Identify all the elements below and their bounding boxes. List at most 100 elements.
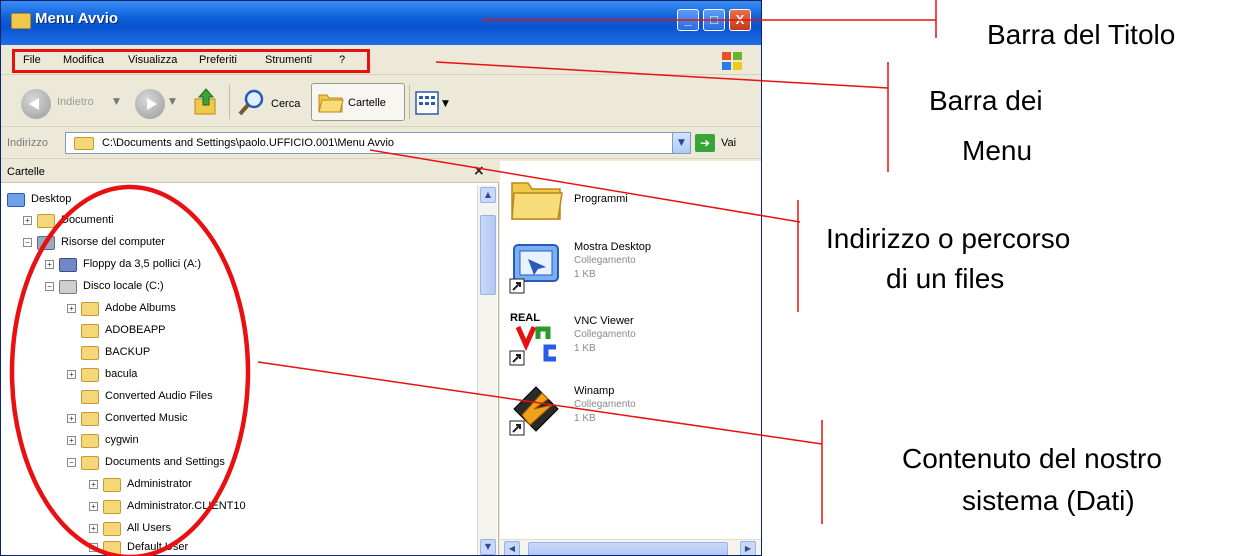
computer-icon bbox=[37, 236, 55, 250]
tree-item-label: BACKUP bbox=[105, 346, 151, 358]
folder-icon bbox=[81, 456, 99, 470]
tree-item-label: ADOBEAPP bbox=[105, 324, 166, 336]
tree-item-label: Converted Music bbox=[105, 412, 188, 424]
folder-icon bbox=[81, 390, 99, 404]
address-field[interactable]: C:\Documents and Settings\paolo.UFFICIO.… bbox=[65, 132, 691, 154]
folder-icon bbox=[81, 412, 99, 426]
expand-icon[interactable]: + bbox=[67, 370, 76, 379]
go-button[interactable]: Vai bbox=[721, 137, 736, 149]
tree-item-label: Disco locale (C:) bbox=[83, 280, 164, 292]
folder-icon bbox=[11, 13, 31, 29]
expand-icon[interactable]: + bbox=[89, 543, 98, 552]
annotation-menu-bar-line2: Menu bbox=[962, 135, 1033, 166]
maximize-button[interactable]: □ bbox=[703, 9, 725, 31]
file-size: 1 KB bbox=[574, 269, 596, 280]
views-dropdown-icon[interactable]: ▼ bbox=[442, 99, 449, 109]
go-arrow-icon[interactable]: ➔ bbox=[695, 134, 715, 152]
file-type: Collegamento bbox=[574, 255, 636, 266]
files-pane: Programmi Mostra Desktop Collegamento 1 … bbox=[500, 161, 761, 555]
minimize-button[interactable]: _ bbox=[677, 9, 699, 31]
tree-item-label: Default User bbox=[127, 541, 189, 553]
folders-button[interactable]: Cartelle bbox=[311, 83, 405, 121]
folders-scrollbar[interactable]: ▲ ▼ bbox=[477, 185, 497, 555]
menu-bar-highlight bbox=[12, 49, 370, 73]
close-button[interactable]: X bbox=[729, 9, 751, 31]
folder-icon bbox=[74, 137, 94, 150]
scrollbar-thumb[interactable] bbox=[528, 542, 728, 555]
folder-icon bbox=[103, 541, 121, 555]
folder-icon bbox=[81, 434, 99, 448]
tree-item-label: Administrator.CLIENT10 bbox=[127, 500, 246, 512]
folders-pane-header: Cartelle × bbox=[1, 161, 499, 183]
file-name: VNC Viewer bbox=[574, 315, 634, 327]
scroll-left-icon[interactable]: ◀ bbox=[504, 541, 520, 555]
disk-icon bbox=[59, 280, 77, 294]
close-icon[interactable]: × bbox=[473, 163, 485, 179]
expand-icon[interactable]: + bbox=[89, 524, 98, 533]
floppy-icon bbox=[59, 258, 77, 272]
up-folder-icon[interactable] bbox=[193, 87, 219, 117]
annotation-address-line2: di un files bbox=[886, 263, 1005, 294]
folders-pane: Cartelle × Desktop + Documenti − Risorse… bbox=[1, 161, 499, 555]
show-desktop-icon bbox=[509, 244, 559, 294]
file-item-vnc-viewer[interactable]: REAL VNC Viewer Collegamento 1 KB bbox=[508, 311, 758, 381]
search-button[interactable]: Cerca bbox=[271, 98, 300, 110]
folder-icon bbox=[103, 478, 121, 492]
file-type: Collegamento bbox=[574, 399, 636, 410]
annotation-content-line1: Contenuto del nostro bbox=[902, 443, 1162, 474]
annotation-address-line1: Indirizzo o percorso bbox=[826, 223, 1071, 254]
annotation-menu-bar-line1: Barra dei bbox=[929, 85, 1043, 116]
folders-pane-title: Cartelle bbox=[7, 166, 45, 178]
back-button[interactable]: Indietro bbox=[57, 96, 94, 108]
expand-icon[interactable]: + bbox=[45, 260, 54, 269]
expand-icon[interactable]: + bbox=[23, 216, 32, 225]
tree-item-label: Administrator bbox=[127, 478, 192, 490]
vnc-icon: REAL bbox=[509, 312, 556, 366]
expand-icon[interactable]: + bbox=[67, 436, 76, 445]
expand-icon[interactable]: + bbox=[89, 502, 98, 511]
back-icon[interactable] bbox=[21, 89, 51, 119]
scroll-up-icon[interactable]: ▲ bbox=[480, 187, 496, 203]
file-name: Mostra Desktop bbox=[574, 241, 652, 253]
forward-dropdown-icon[interactable]: ▼ bbox=[169, 97, 176, 107]
scroll-right-icon[interactable]: ▶ bbox=[740, 541, 756, 555]
address-bar: Indirizzo C:\Documents and Settings\paol… bbox=[1, 129, 761, 159]
winamp-icon bbox=[509, 386, 559, 436]
expand-icon[interactable]: + bbox=[67, 304, 76, 313]
scrollbar-thumb[interactable] bbox=[480, 215, 496, 295]
expand-icon[interactable]: + bbox=[89, 480, 98, 489]
collapse-icon[interactable]: − bbox=[67, 458, 76, 467]
expand-icon[interactable]: + bbox=[67, 414, 76, 423]
back-dropdown-icon[interactable]: ▼ bbox=[113, 97, 120, 107]
file-item-winamp[interactable]: Winamp Collegamento 1 KB bbox=[508, 381, 758, 451]
svg-text:REAL: REAL bbox=[510, 312, 540, 324]
tree-item-label: Adobe Albums bbox=[105, 302, 176, 314]
forward-icon[interactable] bbox=[135, 89, 165, 119]
search-icon[interactable] bbox=[237, 88, 267, 118]
tree-item-label: bacula bbox=[105, 368, 138, 380]
folder-icon bbox=[81, 324, 99, 338]
tree-item-label: Documents and Settings bbox=[105, 456, 225, 468]
annotation-content-line2: sistema (Dati) bbox=[962, 485, 1135, 516]
file-type: Collegamento bbox=[574, 329, 636, 340]
folder-icon bbox=[511, 182, 563, 220]
file-item-programmi[interactable]: Programmi bbox=[508, 171, 758, 241]
tree-item-label: Desktop bbox=[31, 193, 72, 205]
views-icon[interactable] bbox=[415, 91, 439, 115]
folder-icon bbox=[103, 522, 121, 536]
chevron-down-icon[interactable]: ▼ bbox=[672, 133, 690, 153]
tree-item-label: Floppy da 3,5 pollici (A:) bbox=[83, 258, 201, 270]
file-size: 1 KB bbox=[574, 343, 596, 354]
folder-icon bbox=[81, 302, 99, 316]
folder-icon bbox=[81, 368, 99, 382]
explorer-window: Menu Avvio _ □ X File Modifica Visualizz… bbox=[0, 0, 762, 556]
collapse-icon[interactable]: − bbox=[23, 238, 32, 247]
annotation-title-bar: Barra del Titolo bbox=[987, 19, 1176, 50]
title-bar[interactable]: Menu Avvio _ □ X bbox=[1, 1, 761, 45]
file-item-mostra-desktop[interactable]: Mostra Desktop Collegamento 1 KB bbox=[508, 239, 758, 309]
file-name: Winamp bbox=[574, 385, 615, 397]
files-horizontal-scrollbar[interactable]: ◀ ▶ bbox=[500, 539, 761, 555]
scroll-down-icon[interactable]: ▼ bbox=[480, 539, 496, 555]
desktop-icon bbox=[7, 193, 25, 207]
collapse-icon[interactable]: − bbox=[45, 282, 54, 291]
